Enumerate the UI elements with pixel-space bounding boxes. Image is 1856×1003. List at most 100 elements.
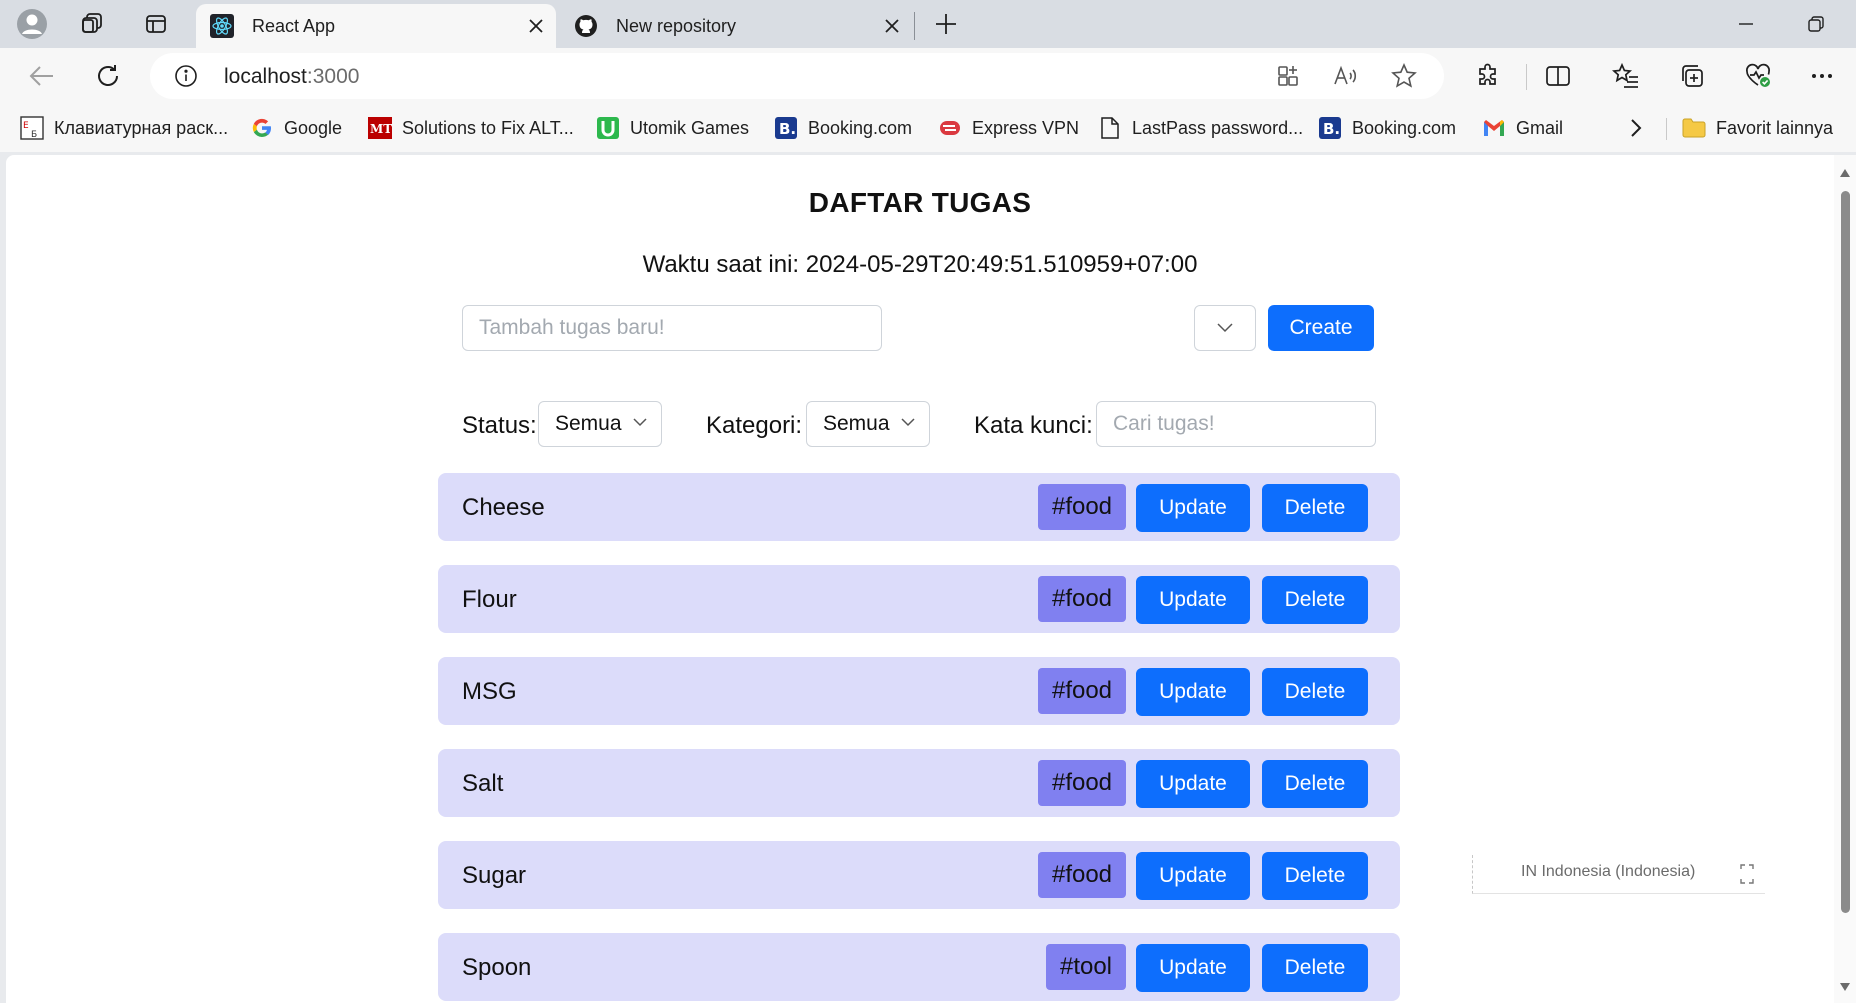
keyword-search-input[interactable] [1096, 401, 1376, 447]
bookmark-label: Express VPN [972, 117, 1080, 138]
site-info-icon[interactable] [174, 64, 198, 88]
create-button[interactable]: Create [1268, 305, 1374, 351]
read-aloud-icon[interactable] [1332, 62, 1360, 90]
page-title: DAFTAR TUGAS [808, 187, 1032, 218]
close-tab-icon[interactable] [882, 16, 902, 36]
profile-avatar-icon[interactable] [16, 8, 48, 40]
svg-text:B.: B. [779, 120, 796, 138]
bookmark-expressvpn[interactable]: Express VPN [938, 114, 1079, 142]
new-tab-icon[interactable] [930, 8, 962, 40]
vertical-tabs-icon[interactable] [140, 8, 172, 40]
bookmark-keyboard-layout[interactable]: EБ Клавиатурная раск... [20, 114, 228, 142]
page-viewport: DAFTAR TUGAS Waktu saat ini: 2024-05-29T… [6, 155, 1856, 1003]
favorites-icon[interactable] [1608, 58, 1644, 94]
update-button[interactable]: Update [1136, 852, 1250, 900]
new-task-category-select[interactable] [1194, 305, 1256, 351]
scrollbar-thumb[interactable] [1841, 191, 1850, 913]
category-filter-select[interactable]: Semua [806, 401, 930, 447]
task-name: Cheese [462, 494, 545, 521]
task-tag: #food [1038, 668, 1126, 714]
chevron-down-icon [901, 418, 915, 427]
bookmark-lastpass[interactable]: LastPass password... [1098, 114, 1303, 142]
url-text[interactable]: localhost:3000 [224, 65, 359, 89]
task-tag: #food [1038, 576, 1126, 622]
back-arrow-icon[interactable] [24, 58, 60, 94]
close-tab-icon[interactable] [526, 16, 546, 36]
category-label: Kategori: [706, 412, 803, 439]
reload-icon[interactable] [90, 58, 126, 94]
svg-text:B.: B. [1323, 120, 1340, 138]
task-name: Salt [462, 770, 504, 797]
tab-title: React App [252, 16, 336, 36]
delete-button[interactable]: Delete [1262, 484, 1368, 532]
chevron-down-icon [1217, 323, 1233, 333]
bookmarks-divider [1666, 118, 1667, 140]
bookmark-booking-2[interactable]: B. Booking.com [1318, 114, 1456, 142]
delete-button[interactable]: Delete [1262, 852, 1368, 900]
address-bar[interactable]: localhost:3000 [150, 53, 1444, 99]
task-item: Salt #food Update Delete [438, 749, 1400, 817]
bookmark-label: Utomik Games [630, 117, 750, 138]
task-item: MSG #food Update Delete [438, 657, 1400, 725]
status-filter-select[interactable]: Semua [538, 401, 662, 447]
extensions-icon[interactable] [1470, 58, 1506, 94]
task-item: Spoon #tool Update Delete [438, 933, 1400, 1001]
minimize-icon[interactable] [1726, 8, 1766, 40]
scroll-down-arrow-icon[interactable] [1839, 981, 1851, 993]
delete-button[interactable]: Delete [1262, 668, 1368, 716]
task-item: Cheese #food Update Delete [438, 473, 1400, 541]
task-name: MSG [462, 678, 517, 705]
collections-icon[interactable] [1674, 58, 1710, 94]
mt-icon: MT [368, 116, 392, 140]
folder-icon [1682, 116, 1706, 140]
task-tag: #food [1038, 760, 1126, 806]
status-filter-value: Semua [555, 412, 622, 435]
delete-button[interactable]: Delete [1262, 576, 1368, 624]
expand-icon[interactable] [1739, 863, 1755, 885]
page-icon [1098, 116, 1122, 140]
app-available-icon[interactable] [1274, 62, 1302, 90]
update-button[interactable]: Update [1136, 484, 1250, 532]
more-bookmarks-chevron-icon[interactable] [1630, 114, 1642, 142]
update-button[interactable]: Update [1136, 668, 1250, 716]
new-task-input[interactable] [462, 305, 882, 351]
tab-new-repository[interactable]: New repository [560, 4, 912, 48]
expressvpn-icon [938, 116, 962, 140]
bookmark-google[interactable]: Google [250, 114, 342, 142]
other-favorites-folder[interactable]: Favorit lainnya [1682, 114, 1833, 142]
keyword-label: Kata kunci: [974, 412, 1093, 439]
svg-text:Б: Б [31, 130, 37, 140]
favorite-star-icon[interactable] [1390, 62, 1418, 90]
language-indicator-text: IN Indonesia (Indonesia) [1521, 863, 1696, 880]
browser-essentials-icon[interactable] [1740, 58, 1776, 94]
browser-toolbar: localhost:3000 [0, 48, 1856, 104]
restore-icon[interactable] [1796, 8, 1836, 40]
gmail-icon [1482, 116, 1506, 140]
react-icon [210, 14, 234, 38]
tab-react-app[interactable]: React App [196, 4, 556, 48]
split-screen-icon[interactable] [1540, 58, 1576, 94]
update-button[interactable]: Update [1136, 576, 1250, 624]
bookmark-solutions-alt[interactable]: MT Solutions to Fix ALT... [368, 114, 574, 142]
task-item: Flour #food Update Delete [438, 565, 1400, 633]
status-label: Status: [462, 412, 537, 439]
workspaces-icon[interactable] [76, 8, 108, 40]
utomik-icon [596, 116, 620, 140]
scroll-up-arrow-icon[interactable] [1839, 167, 1851, 179]
update-button[interactable]: Update [1136, 760, 1250, 808]
todo-app: DAFTAR TUGAS Waktu saat ini: 2024-05-29T… [6, 155, 1834, 1003]
bookmark-gmail[interactable]: Gmail [1482, 114, 1563, 142]
bookmark-utomik[interactable]: Utomik Games [596, 114, 749, 142]
bookmark-booking-1[interactable]: B. Booking.com [774, 114, 912, 142]
tab-divider [914, 12, 915, 40]
update-button[interactable]: Update [1136, 944, 1250, 992]
page-scrollbar[interactable] [1834, 155, 1856, 1003]
delete-button[interactable]: Delete [1262, 944, 1368, 992]
bookmark-label: LastPass password... [1132, 117, 1304, 138]
current-time-text: Waktu saat ini: 2024-05-29T20:49:51.5109… [642, 251, 1198, 278]
task-list: Cheese #food Update Delete Flour #food U… [438, 473, 1400, 1003]
more-options-icon[interactable] [1804, 58, 1840, 94]
language-indicator: IN Indonesia (Indonesia) [1472, 855, 1765, 894]
delete-button[interactable]: Delete [1262, 760, 1368, 808]
svg-text:MT: MT [370, 122, 392, 136]
